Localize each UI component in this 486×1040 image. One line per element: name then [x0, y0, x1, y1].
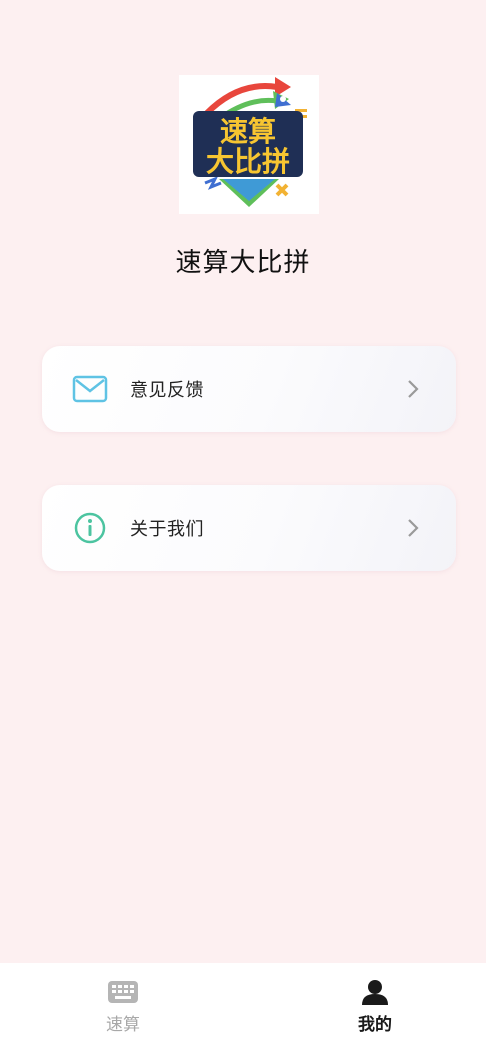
keyboard-icon: [108, 979, 138, 1005]
app-logo: 速算 大比拼: [179, 75, 319, 214]
mail-icon: [72, 373, 108, 405]
menu-item-about[interactable]: 关于我们: [42, 485, 456, 571]
tab-label: 速算: [106, 1015, 140, 1035]
chevron-right-icon: [406, 518, 420, 538]
logo-text-line2: 大比拼: [206, 145, 290, 178]
menu-item-label: 关于我们: [130, 519, 204, 540]
bottom-tab-bar: 速算 我的: [0, 963, 486, 1040]
tab-label: 我的: [358, 1015, 392, 1035]
chevron-right-icon: [406, 379, 420, 399]
tab-mine[interactable]: 我的: [243, 963, 486, 1040]
app-title: 速算大比拼: [175, 248, 311, 278]
logo-text-line1: 速算: [220, 115, 276, 148]
person-icon: [360, 979, 390, 1005]
tab-calculate[interactable]: 速算: [0, 963, 243, 1040]
menu-item-feedback[interactable]: 意见反馈: [42, 346, 456, 432]
menu-item-label: 意见反馈: [130, 380, 204, 401]
info-icon: [72, 512, 108, 544]
